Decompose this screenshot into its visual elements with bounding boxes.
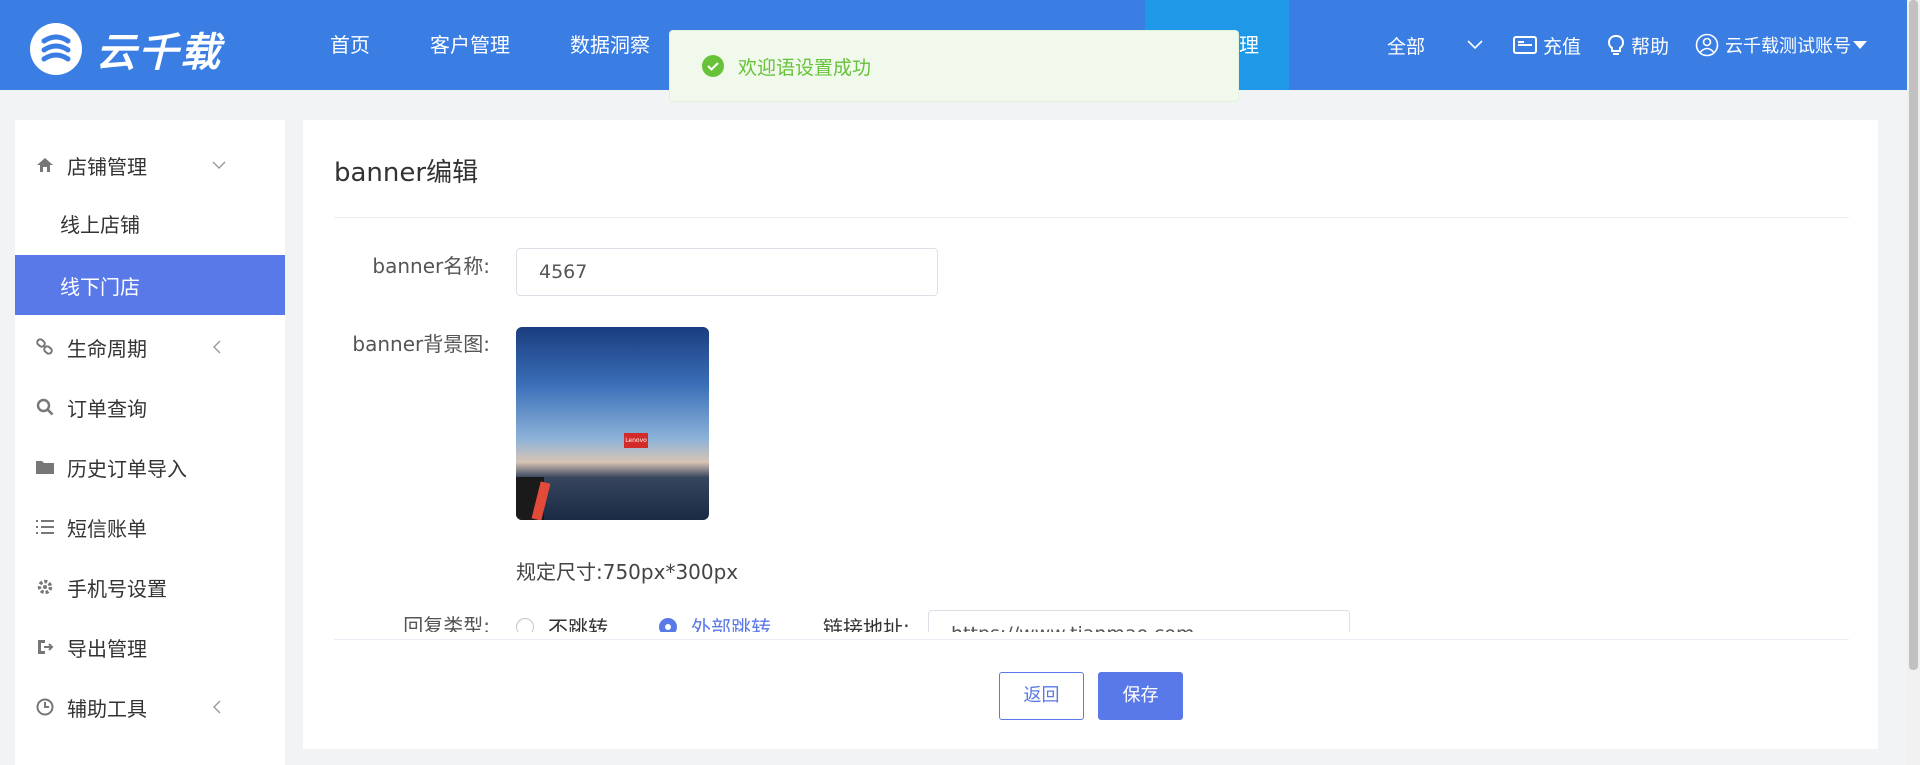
back-button[interactable]: 返回: [999, 672, 1084, 720]
banner-name-input[interactable]: 4567: [516, 248, 938, 296]
wallet-icon: [1512, 36, 1537, 54]
sidebar-item-history-import[interactable]: 历史订单导入: [15, 437, 285, 497]
link-label-text: 链接地址:: [823, 616, 910, 632]
divider: [334, 217, 1849, 218]
chevron-down-icon: [212, 161, 226, 169]
scope-select[interactable]: 全部: [1387, 32, 1483, 59]
sidebar-item-phone-settings[interactable]: 手机号设置: [15, 557, 285, 617]
size-hint: 规定尺寸:750px*300px: [516, 560, 739, 584]
sidebar-item-label: 导出管理: [67, 636, 147, 661]
main-panel: banner编辑 banner名称: 4567 banner背景图: Lenov…: [303, 120, 1878, 749]
radio-external-jump[interactable]: 外部跳转: [659, 612, 771, 632]
nav-item-home[interactable]: 首页: [300, 0, 400, 90]
jump-type-label: 回复类型:: [403, 614, 490, 632]
radio-no-jump[interactable]: 不跳转: [516, 612, 608, 632]
sidebar: 店铺管理 线上店铺 线下门店 生命周期 订单查询 历史订单导入 短信账单 手机号…: [15, 120, 285, 765]
sidebar-item-offline-store[interactable]: 线下门店: [15, 255, 285, 315]
sidebar-item-label: 订单查询: [67, 396, 147, 421]
sidebar-item-label: 生命周期: [67, 336, 147, 361]
radio-circle: [516, 617, 534, 632]
main-nav: 首页 客户管理 数据洞察: [300, 0, 680, 90]
sidebar-item-label: 辅助工具: [67, 696, 147, 721]
clock-icon: [35, 697, 55, 717]
chevron-left-icon: [213, 340, 221, 354]
chevron-down-icon: [1467, 40, 1483, 50]
scrollbar-thumb[interactable]: [1909, 0, 1918, 670]
user-icon: [1695, 33, 1719, 57]
sidebar-item-lifecycle[interactable]: 生命周期: [15, 317, 285, 377]
radio-label: 不跳转: [548, 616, 608, 632]
recharge-label: 充值: [1542, 35, 1581, 58]
chevron-left-icon: [213, 700, 221, 714]
logo-text: 云千载: [96, 30, 222, 76]
nav-item-customers[interactable]: 客户管理: [400, 0, 540, 90]
sidebar-item-online-store[interactable]: 线上店铺: [15, 193, 285, 253]
radio-circle-checked: [659, 617, 677, 632]
caret-down-icon: [1853, 41, 1867, 49]
sidebar-item-label: 历史订单导入: [67, 456, 187, 481]
sidebar-item-sms-bill[interactable]: 短信账单: [15, 497, 285, 557]
banner-name-label: banner名称:: [372, 254, 490, 278]
page-scrollbar[interactable]: [1907, 0, 1920, 765]
nav-item-insights[interactable]: 数据洞察: [540, 0, 680, 90]
link-address-input[interactable]: https://www.tianmao.com: [928, 610, 1350, 632]
jump-type-row: 回复类型: 不跳转 外部跳转 链接地址: https://www.tianmao…: [303, 610, 1878, 632]
account-menu[interactable]: 云千载测试账号: [1695, 32, 1867, 58]
gear-icon: [35, 577, 55, 597]
sidebar-item-export[interactable]: 导出管理: [15, 617, 285, 677]
check-circle-icon: [702, 55, 724, 77]
list-icon: [35, 517, 55, 537]
scope-select-value: 全部: [1386, 35, 1425, 58]
footer-divider: [334, 639, 1849, 640]
help-label: 帮助: [1630, 35, 1669, 58]
radio-label: 外部跳转: [691, 616, 771, 632]
sidebar-item-label: 线下门店: [60, 274, 140, 299]
logo-icon: [30, 23, 82, 75]
image-sign: Lenovo: [624, 433, 648, 448]
logo[interactable]: 云千载: [30, 20, 222, 78]
page-title: banner编辑: [334, 158, 479, 188]
top-right-toolbar: 全部 充值 帮助 云千载测试账号: [1387, 0, 1907, 90]
toast-message: 欢迎语设置成功: [738, 56, 872, 79]
home-icon: [35, 155, 55, 175]
sidebar-item-store-management[interactable]: 店铺管理: [15, 135, 285, 195]
folder-icon: [35, 457, 55, 477]
save-button[interactable]: 保存: [1098, 672, 1183, 720]
search-icon: [35, 397, 55, 417]
sidebar-item-label: 线上店铺: [60, 212, 140, 237]
banner-bg-label: banner背景图:: [352, 332, 490, 356]
banner-background-image[interactable]: Lenovo: [516, 327, 709, 520]
sidebar-item-order-query[interactable]: 订单查询: [15, 377, 285, 437]
lightbulb-icon: [1607, 35, 1625, 55]
export-icon: [35, 637, 55, 657]
success-toast: 欢迎语设置成功: [669, 30, 1239, 102]
sidebar-item-label: 短信账单: [67, 516, 147, 541]
account-name: 云千载测试账号: [1725, 36, 1851, 57]
sidebar-item-label: 店铺管理: [67, 154, 147, 179]
recharge-button[interactable]: 充值: [1512, 32, 1581, 59]
sidebar-item-tools[interactable]: 辅助工具: [15, 677, 285, 737]
help-button[interactable]: 帮助: [1607, 32, 1669, 59]
link-icon: [35, 337, 55, 357]
link-address-label: 链接地址:: [823, 612, 910, 632]
sidebar-item-label: 手机号设置: [67, 576, 167, 601]
